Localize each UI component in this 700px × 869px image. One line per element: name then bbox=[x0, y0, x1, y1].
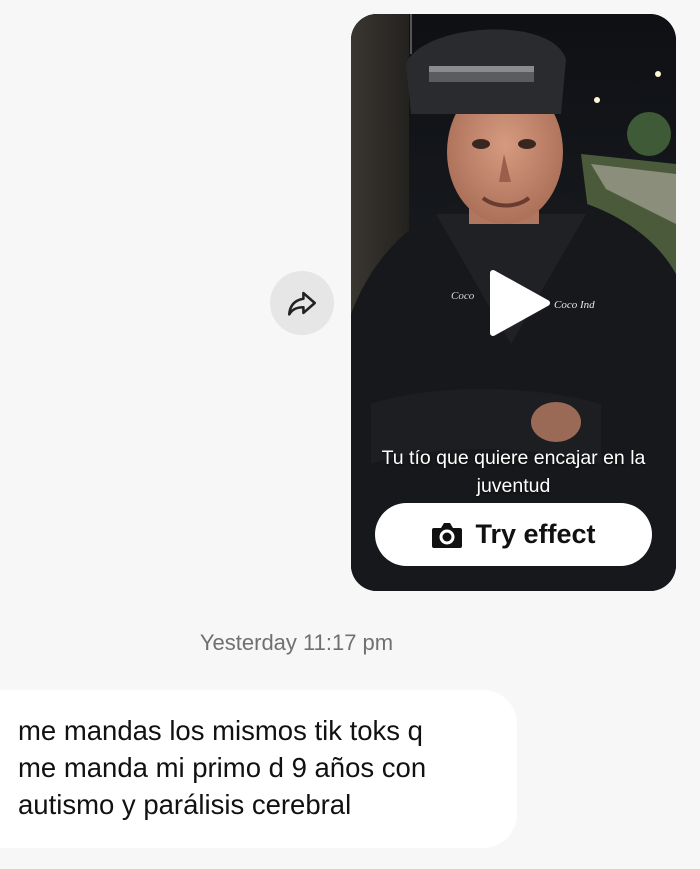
forward-button[interactable] bbox=[270, 271, 334, 335]
video-caption: Tu tío que quiere encajar en la juventud bbox=[381, 447, 646, 497]
jacket-print: Coco Ind bbox=[554, 299, 595, 311]
svg-text:Coco: Coco bbox=[451, 290, 475, 302]
try-effect-button[interactable]: Try effect bbox=[375, 503, 652, 566]
message-text: me mandas los mismos tik toks q me manda… bbox=[18, 715, 427, 820]
play-icon[interactable] bbox=[487, 269, 551, 337]
share-forward-icon bbox=[287, 291, 317, 316]
message-timestamp: Yesterday 11:17 pm bbox=[199, 630, 394, 655]
chat-screen: Coco Coco Ind Tu tío que quiere encajar … bbox=[0, 0, 700, 869]
shared-video-card[interactable]: Coco Coco Ind Tu tío que quiere encajar … bbox=[351, 14, 676, 591]
try-effect-label: Try effect bbox=[475, 519, 596, 549]
camera-icon bbox=[432, 522, 463, 548]
received-message-bubble[interactable]: me mandas los mismos tik toks q me manda… bbox=[0, 690, 517, 848]
